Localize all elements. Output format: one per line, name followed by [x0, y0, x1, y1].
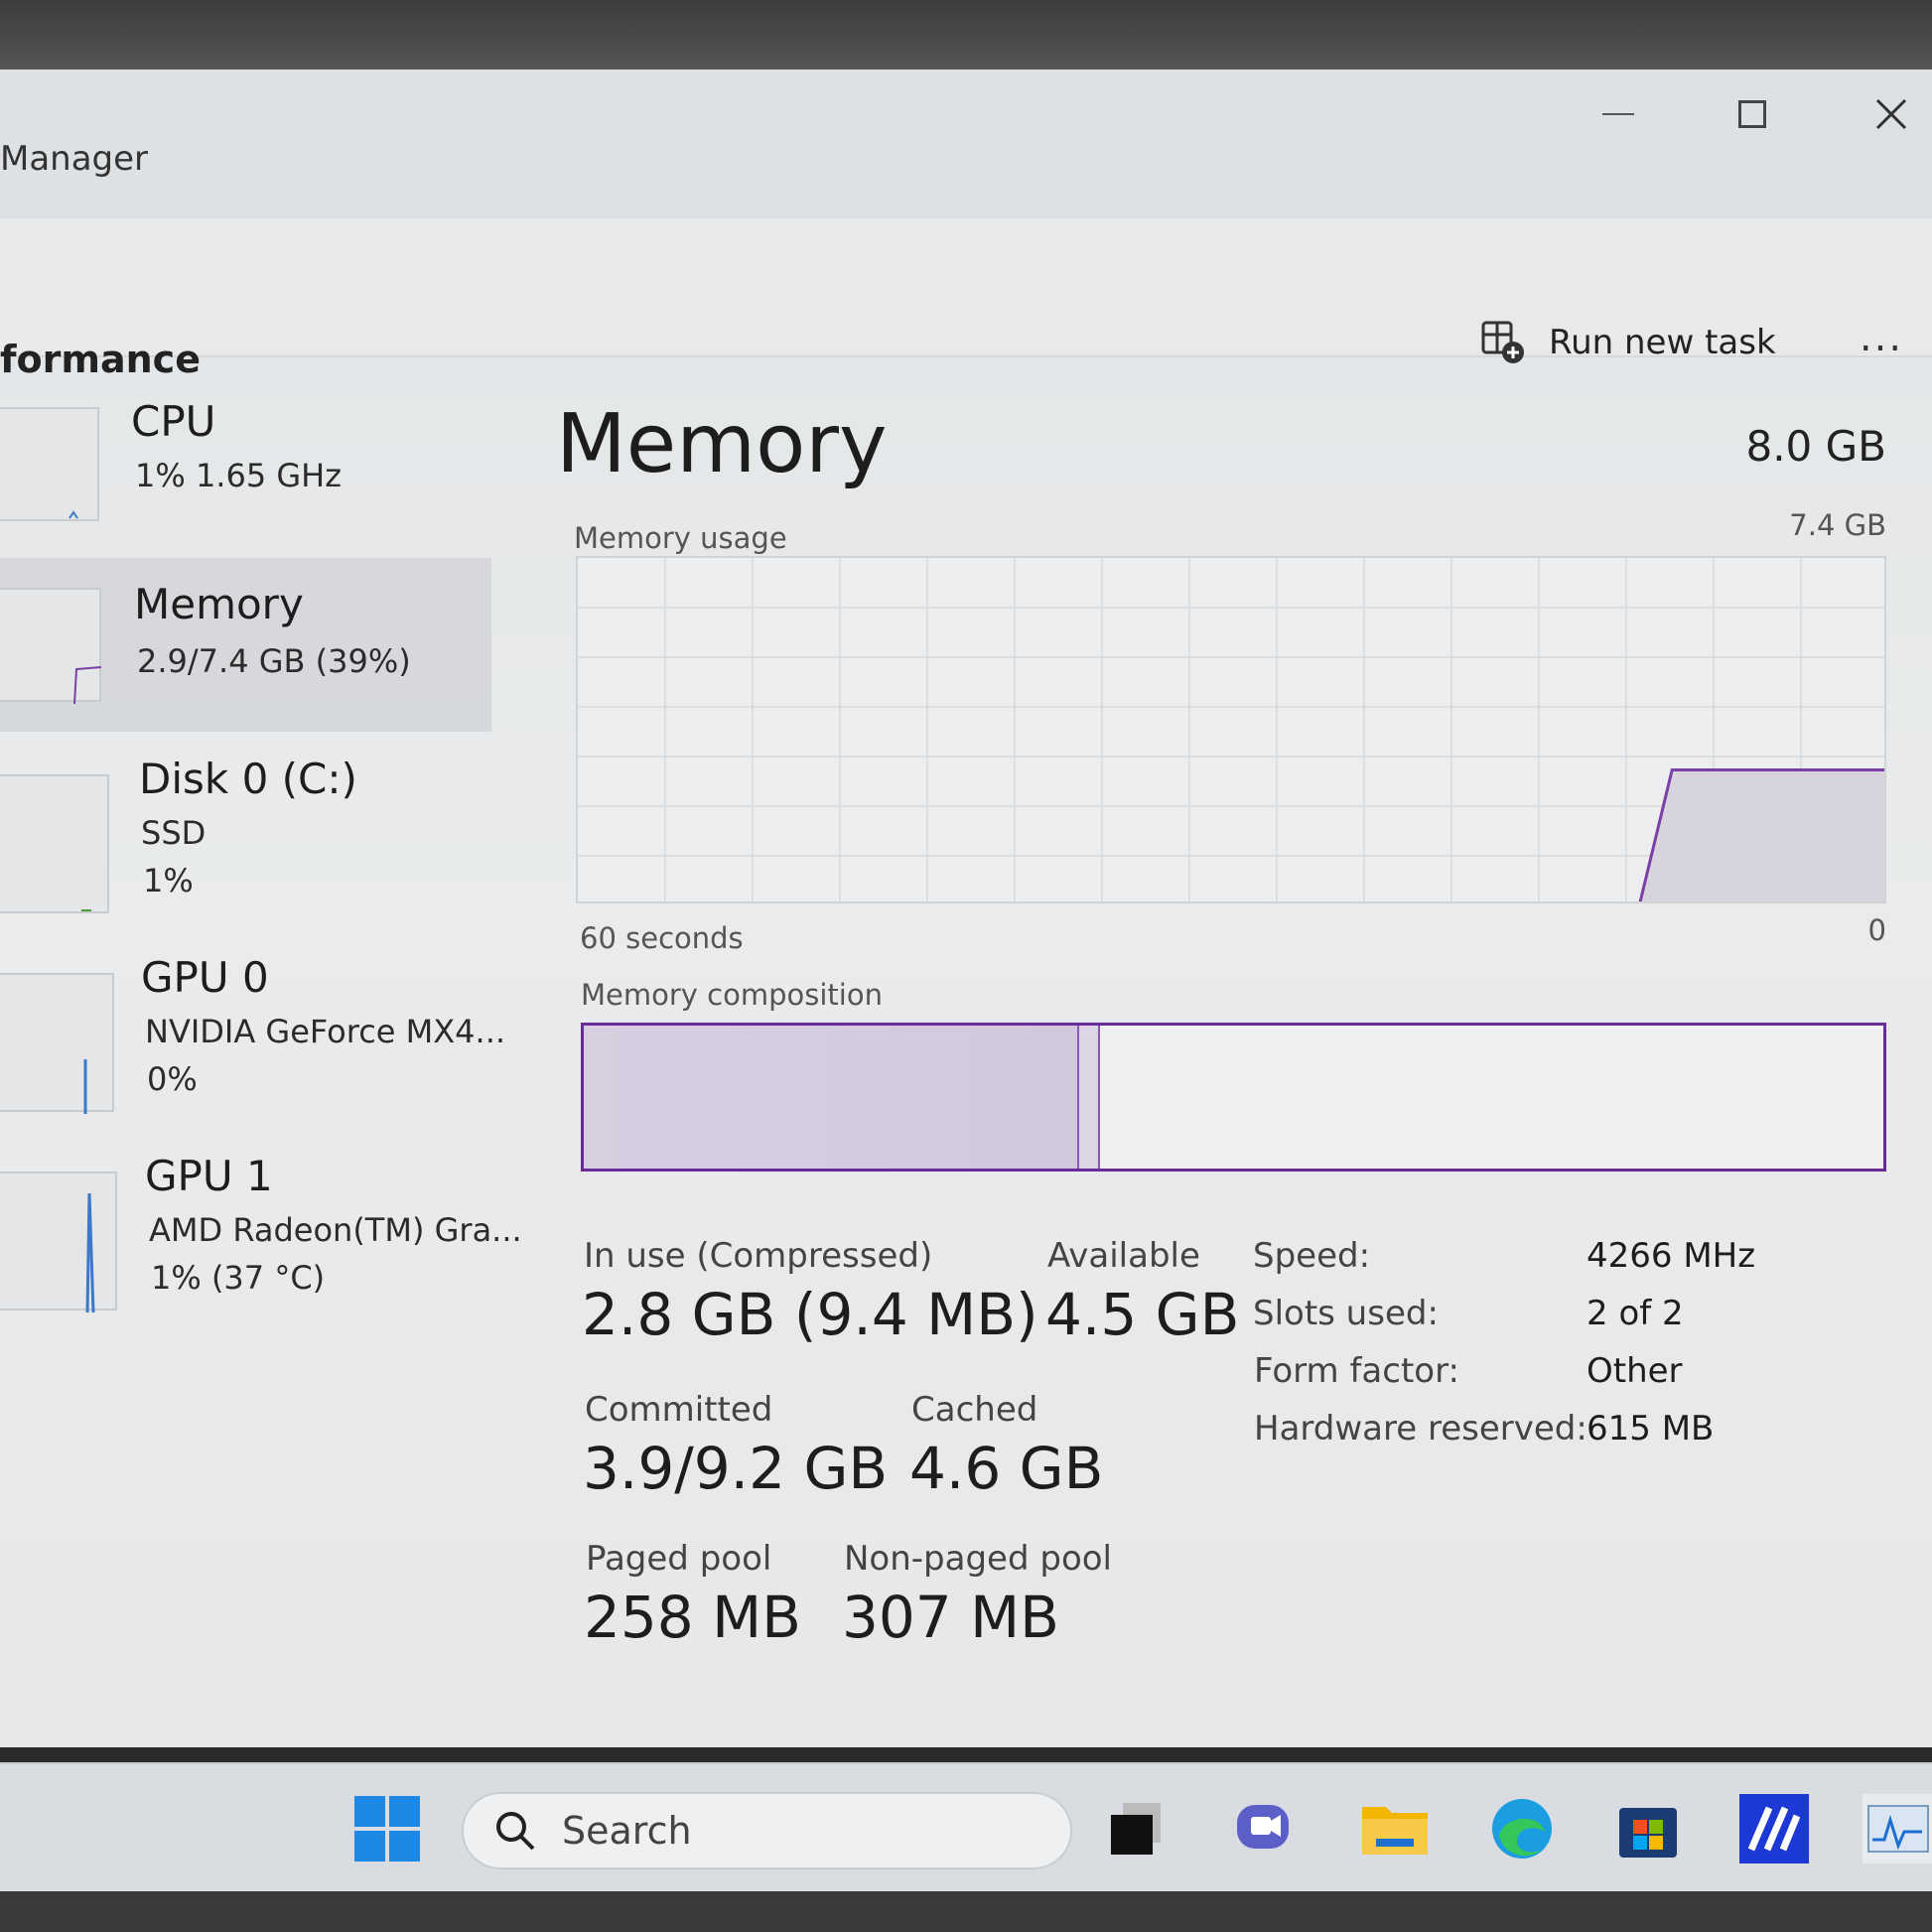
in-use-label: In use (Compressed) — [584, 1236, 933, 1276]
gpu0-thumbnail — [0, 973, 114, 1114]
usage-label: Memory usage — [574, 521, 787, 555]
hardware-reserved-value: 615 MB — [1587, 1409, 1715, 1449]
store-icon — [1619, 1808, 1677, 1858]
taskbar-search[interactable]: Search — [462, 1792, 1072, 1869]
sidebar-item-label: Disk 0 (C:) — [139, 755, 357, 803]
task-manager-taskbar-button[interactable] — [1863, 1794, 1932, 1863]
cpu-thumbnail — [0, 407, 99, 521]
sidebar-item-detail: NVIDIA GeForce MX4... — [145, 1013, 506, 1050]
sidebar-item-label: GPU 0 — [141, 953, 269, 1002]
in-use-value: 2.8 GB (9.4 MB) — [582, 1281, 1038, 1348]
committed-value: 3.9/9.2 GB — [583, 1435, 889, 1502]
sidebar-item-gpu-0[interactable]: GPU 0 NVIDIA GeForce MX4... 0% — [0, 953, 505, 1122]
sidebar-item-label: GPU 1 — [145, 1152, 273, 1200]
task-manager-window: Manager formance Run new task ... CPU 1%… — [0, 69, 1932, 1747]
edge-browser-button[interactable] — [1487, 1794, 1557, 1863]
chat-icon — [1237, 1805, 1289, 1849]
non-paged-pool-label: Non-paged pool — [844, 1539, 1112, 1579]
gpu1-thumbnail — [0, 1172, 117, 1313]
total-memory: 8.0 GB — [1745, 422, 1886, 471]
sidebar-item-label: CPU — [131, 397, 216, 446]
disk-thumbnail — [0, 774, 109, 913]
cached-label: Cached — [911, 1390, 1038, 1430]
maximize-button[interactable] — [1708, 79, 1797, 149]
run-new-task-button[interactable]: Run new task — [1479, 313, 1776, 372]
sidebar-item-disk-0[interactable]: Disk 0 (C:) SSD 1% — [0, 755, 491, 923]
taskbar: Search — [0, 1762, 1932, 1891]
pinned-app-button[interactable] — [1739, 1794, 1809, 1863]
available-value: 4.5 GB — [1045, 1281, 1240, 1348]
gpu1-mini-graph — [85, 1192, 95, 1313]
toolbar: formance Run new task ... — [0, 218, 1932, 381]
paged-pool-value: 258 MB — [584, 1584, 801, 1651]
teams-chat-button[interactable] — [1231, 1794, 1301, 1863]
sidebar-item-memory[interactable]: Memory 2.9/7.4 GB (39%) — [0, 558, 491, 732]
committed-label: Committed — [585, 1390, 773, 1430]
time-axis-end: 0 — [1867, 913, 1886, 947]
sidebar-item-label: Memory — [134, 580, 304, 628]
maximize-icon — [1738, 100, 1766, 128]
app-logo-icon — [1739, 1794, 1809, 1863]
microsoft-store-button[interactable] — [1613, 1794, 1683, 1863]
screen-bezel-top — [0, 0, 1932, 69]
performance-sidebar: CPU 1% 1.65 GHz Memory 2.9/7.4 GB (39%) … — [0, 367, 522, 1459]
start-button[interactable] — [352, 1794, 422, 1863]
minimize-icon — [1602, 113, 1634, 115]
speed-label: Speed: — [1253, 1236, 1371, 1276]
form-factor-value: Other — [1587, 1351, 1683, 1391]
sidebar-item-detail: AMD Radeon(TM) Gra... — [149, 1211, 522, 1249]
available-label: Available — [1047, 1236, 1200, 1276]
panel-title: Memory — [556, 397, 888, 491]
screen-bezel-bottom — [0, 1891, 1932, 1932]
task-view-icon — [1111, 1803, 1161, 1855]
disk-mini-graph — [81, 909, 91, 911]
gpu0-mini-graph — [83, 1059, 87, 1114]
sidebar-item-detail: 2.9/7.4 GB (39%) — [137, 642, 411, 680]
form-factor-label: Form factor: — [1254, 1351, 1459, 1391]
window-title: Manager — [0, 139, 149, 179]
cached-value: 4.6 GB — [909, 1435, 1104, 1502]
cpu-mini-graph — [69, 510, 78, 519]
close-icon — [1875, 98, 1907, 130]
paged-pool-label: Paged pool — [586, 1539, 772, 1579]
non-paged-pool-value: 307 MB — [842, 1584, 1059, 1651]
slots-value: 2 of 2 — [1587, 1294, 1684, 1333]
run-task-icon — [1481, 321, 1524, 363]
close-button[interactable] — [1847, 79, 1932, 149]
search-icon — [496, 1812, 535, 1851]
edge-icon — [1492, 1799, 1552, 1859]
sidebar-item-usage: 1% (37 °C) — [151, 1259, 326, 1297]
hardware-reserved-label: Hardware reserved: — [1254, 1409, 1587, 1449]
file-explorer-button[interactable] — [1360, 1794, 1430, 1863]
sidebar-item-detail: SSD — [141, 814, 207, 852]
sidebar-item-gpu-1[interactable]: GPU 1 AMD Radeon(TM) Gra... 1% (37 °C) — [0, 1152, 522, 1320]
memory-thumbnail — [0, 588, 102, 705]
composition-in-use[interactable] — [584, 1026, 1078, 1169]
usage-area — [1640, 769, 1884, 901]
sidebar-item-detail: 1% 1.65 GHz — [135, 457, 343, 494]
windows-logo-icon — [354, 1796, 420, 1862]
sidebar-item-usage: 0% — [147, 1060, 198, 1098]
task-view-button[interactable] — [1102, 1794, 1172, 1863]
sidebar-item-cpu[interactable]: CPU 1% 1.65 GHz — [0, 387, 491, 536]
usage-max-label: 7.4 GB — [1789, 508, 1886, 542]
minimize-button[interactable] — [1574, 79, 1663, 149]
run-new-task-label: Run new task — [1549, 323, 1776, 362]
composition-label: Memory composition — [581, 978, 883, 1012]
more-options-button[interactable]: ... — [1847, 308, 1916, 367]
search-placeholder: Search — [562, 1809, 692, 1853]
speed-value: 4266 MHz — [1587, 1236, 1756, 1276]
composition-modified[interactable] — [1077, 1026, 1100, 1169]
slots-label: Slots used: — [1253, 1294, 1439, 1333]
memory-usage-graph — [576, 556, 1886, 903]
task-manager-icon — [1867, 1805, 1929, 1853]
title-bar: Manager — [0, 69, 1932, 218]
folder-icon — [1362, 1807, 1428, 1855]
memory-panel: Memory 8.0 GB Memory usage 7.4 GB 60 sec… — [556, 397, 1896, 1651]
memory-mini-graph — [73, 666, 102, 705]
memory-composition-bar — [581, 1023, 1886, 1172]
time-axis-start: 60 seconds — [580, 921, 744, 955]
memory-usage-plot — [578, 558, 1884, 901]
sidebar-item-usage: 1% — [143, 862, 194, 899]
